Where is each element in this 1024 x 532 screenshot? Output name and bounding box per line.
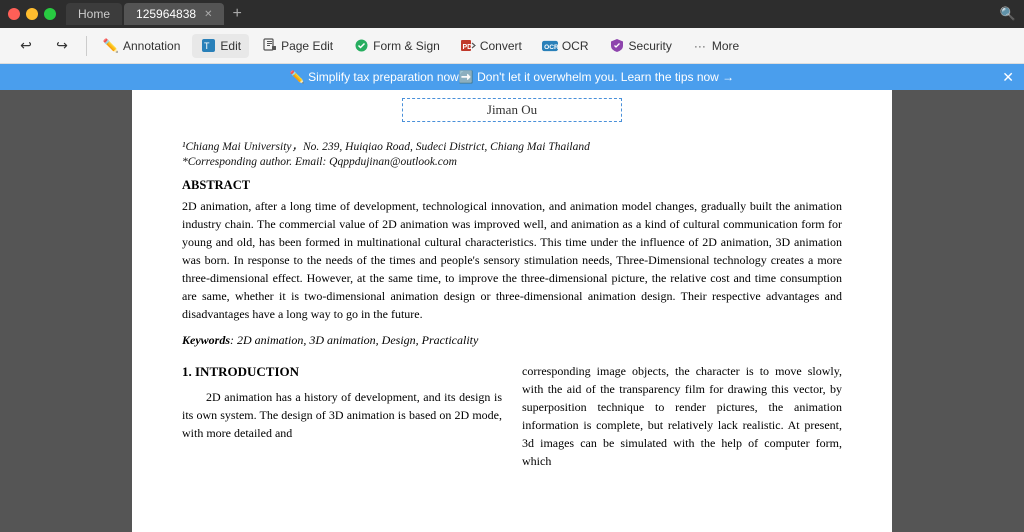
convert-button[interactable]: PDF Convert (452, 34, 530, 58)
annotation-label: Annotation (123, 39, 180, 53)
selection-box: Jiman Ou (402, 98, 622, 122)
titlebar: Home 125964838 ✕ + 🔍 (0, 0, 1024, 28)
more-label: More (712, 39, 739, 53)
more-button[interactable]: ··· More (684, 34, 747, 58)
ocr-label: OCR (562, 39, 589, 53)
svg-text:OCR: OCR (544, 43, 558, 50)
toolbar-separator-1 (86, 36, 87, 56)
page-edit-label: Page Edit (281, 39, 333, 53)
new-tab-button[interactable]: + (226, 5, 247, 23)
search-icon[interactable]: 🔍 (1000, 6, 1016, 22)
tab-home[interactable]: Home (66, 3, 122, 25)
document-page: Jiman Ou ¹Chiang Mai University，No. 239,… (132, 90, 892, 532)
doc-abstract-heading: ABSTRACT (182, 178, 842, 193)
page-edit-icon (261, 38, 277, 54)
toolbar: ✏️ Annotation T Edit Page Edit Form & Si… (0, 28, 1024, 64)
col1-body-text: 2D animation has a history of developmen… (182, 390, 502, 440)
doc-abstract-body: 2D animation, after a long time of devel… (182, 197, 842, 323)
two-column-section: 1. INTRODUCTION 2D animation has a histo… (182, 362, 842, 470)
edit-icon: T (200, 38, 216, 54)
close-button[interactable] (8, 8, 20, 20)
page-edit-button[interactable]: Page Edit (253, 34, 341, 58)
section1-heading: 1. INTRODUCTION (182, 362, 502, 382)
document-area: Jiman Ou ¹Chiang Mai University，No. 239,… (0, 90, 1024, 532)
doc-corresponding: *Corresponding author. Email: Qqppdujina… (182, 156, 842, 168)
edit-label: Edit (220, 39, 241, 53)
annotation-button[interactable]: ✏️ Annotation (95, 34, 188, 58)
keywords-label: Keywords (182, 333, 230, 347)
security-label: Security (629, 39, 672, 53)
annotation-icon: ✏️ (103, 38, 119, 54)
undo-button[interactable] (10, 34, 42, 58)
banner-close-button[interactable]: ✕ (1002, 69, 1014, 86)
col2-body: corresponding image objects, the charact… (522, 362, 842, 470)
undo-icon (18, 38, 34, 54)
doc-keywords: Keywords: 2D animation, 3D animation, De… (182, 333, 842, 348)
doc-affiliation: ¹Chiang Mai University，No. 239, Huiqiao … (182, 138, 842, 154)
convert-label: Convert (480, 39, 522, 53)
edit-button[interactable]: T Edit (192, 34, 249, 58)
keywords-value: : 2D animation, 3D animation, Design, Pr… (230, 333, 478, 347)
maximize-button[interactable] (44, 8, 56, 20)
convert-icon: PDF (460, 38, 476, 54)
form-sign-button[interactable]: Form & Sign (345, 34, 448, 58)
form-sign-label: Form & Sign (373, 39, 440, 53)
col2-body-text: corresponding image objects, the charact… (522, 364, 842, 468)
tab-document[interactable]: 125964838 ✕ (124, 3, 224, 25)
more-icon: ··· (692, 38, 708, 54)
tab-bar: Home 125964838 ✕ + (66, 3, 1000, 25)
form-sign-icon (353, 38, 369, 54)
ocr-button[interactable]: OCR OCR (534, 34, 597, 58)
redo-icon (54, 38, 70, 54)
minimize-button[interactable] (26, 8, 38, 20)
security-button[interactable]: Security (601, 34, 680, 58)
security-icon (609, 38, 625, 54)
redo-button[interactable] (46, 34, 78, 58)
tab-document-label: 125964838 (136, 7, 196, 21)
column-left: 1. INTRODUCTION 2D animation has a histo… (182, 362, 502, 470)
traffic-lights (8, 8, 56, 20)
banner: ✏️ Simplify tax preparation now➡️ Don't … (0, 64, 1024, 90)
tab-close-icon[interactable]: ✕ (204, 9, 212, 20)
column-right: corresponding image objects, the charact… (522, 362, 842, 470)
doc-title-partial: Jiman Ou (487, 102, 537, 117)
svg-text:T: T (204, 41, 210, 51)
banner-text: ✏️ Simplify tax preparation now➡️ Don't … (0, 70, 1024, 84)
tab-home-label: Home (78, 7, 110, 21)
col1-body: 2D animation has a history of developmen… (182, 388, 502, 442)
ocr-icon: OCR (542, 38, 558, 54)
